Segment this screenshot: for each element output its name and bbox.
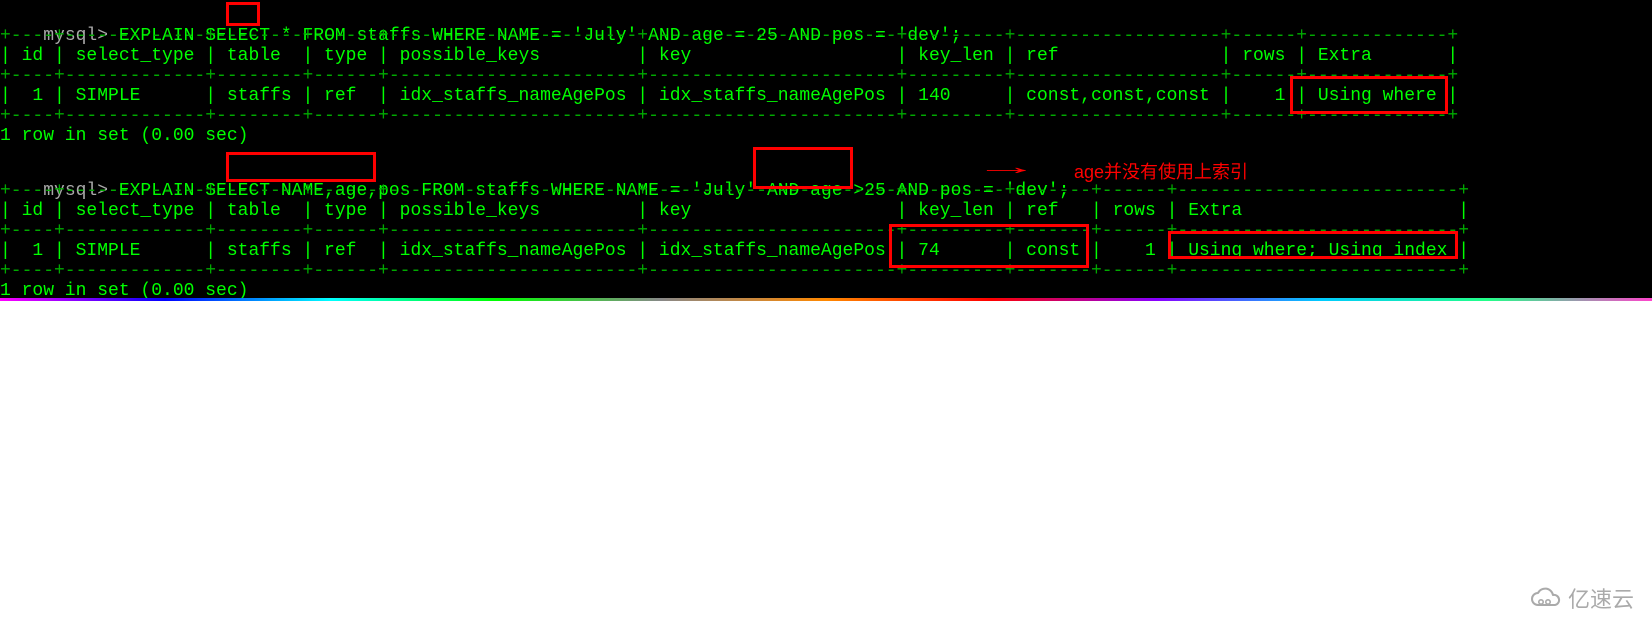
highlight-name-age-pos	[226, 152, 376, 182]
t2-header: | id | select_type | table | type | poss…	[0, 201, 1652, 221]
t1-footer: 1 row in set (0.00 sec)	[0, 126, 1652, 146]
arrow-icon: →	[987, 156, 1027, 181]
t1-border-top: +----+-------------+--------+------+----…	[0, 26, 1652, 46]
annotation-text: age并没有使用上索引	[1074, 158, 1248, 184]
white-area: 亿速云	[0, 301, 1652, 632]
t2-border-bot: +----+-------------+--------+------+----…	[0, 261, 1652, 281]
highlight-age-gt-25	[753, 147, 853, 189]
mysql-terminal: mysql> EXPLAIN SELECT * FROM staffs WHER…	[0, 0, 1652, 300]
highlight-using-index	[1168, 231, 1458, 259]
watermark-text: 亿速云	[1568, 582, 1634, 614]
watermark: 亿速云	[1528, 582, 1634, 614]
highlight-star	[226, 2, 260, 26]
t1-header: | id | select_type | table | type | poss…	[0, 46, 1652, 66]
cloud-icon	[1528, 585, 1562, 611]
highlight-keylen-ref	[889, 224, 1089, 268]
highlight-using-where	[1290, 76, 1448, 114]
